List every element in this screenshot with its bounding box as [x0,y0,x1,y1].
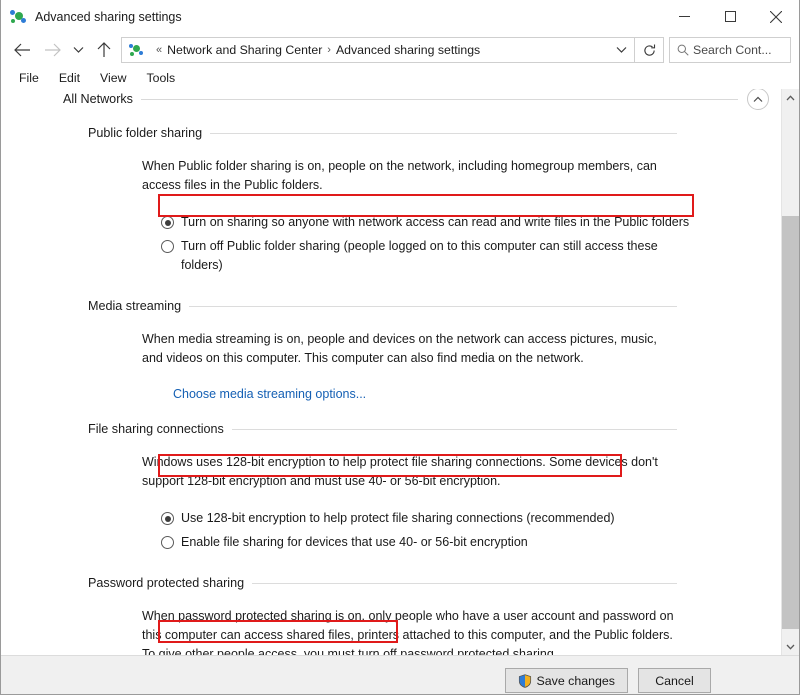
section-title: Public folder sharing [88,126,202,140]
section-title: File sharing connections [88,422,224,436]
menu-item-view[interactable]: View [90,71,136,85]
forward-button[interactable] [37,35,67,65]
network-icon [129,42,145,58]
radio-label: Enable file sharing for devices that use… [181,533,528,552]
uac-shield-icon [518,674,532,688]
menu-item-tools[interactable]: Tools [136,71,185,85]
breadcrumb-overflow[interactable]: « [151,44,167,56]
scroll-up-button[interactable] [782,89,799,106]
group-divider [141,99,738,100]
dialog-footer: Save changes Cancel wsxdn.com [1,655,799,695]
group-title: All Networks [63,92,133,106]
maximize-button[interactable] [707,0,753,33]
advanced-sharing-settings-window: Advanced sharing settings [0,0,800,695]
content-area: All Networks Public folder sharing When … [1,89,799,655]
section-divider [189,306,677,307]
recent-locations-button[interactable] [67,35,89,65]
address-bar: « Network and Sharing Center › Advanced … [1,33,799,67]
link-choose-media-streaming-options[interactable]: Choose media streaming options... [173,387,781,401]
section-description-file-sharing-connections: Windows uses 128-bit encryption to help … [142,453,681,491]
cancel-label: Cancel [655,674,694,688]
radio-label: Use 128-bit encryption to help protect f… [181,509,615,528]
section-header-password-protected-sharing: Password protected sharing [1,576,781,590]
chevron-up-icon[interactable] [747,89,769,110]
group-header-all-networks: All Networks [1,90,781,108]
radio-128bit-encryption[interactable]: Use 128-bit encryption to help protect f… [161,509,781,528]
radio-40-or-56bit-encryption[interactable]: Enable file sharing for devices that use… [161,533,781,552]
search-input[interactable]: Search Cont... [693,43,772,57]
radio-label: Turn off Public folder sharing (people l… [181,237,701,275]
network-icon [10,8,28,26]
save-changes-button[interactable]: Save changes [505,668,628,693]
search-icon [677,44,689,56]
search-box[interactable]: Search Cont... [669,37,791,63]
footer-buttons: Save changes Cancel [505,668,711,693]
radio-indicator[interactable] [161,216,174,229]
scroll-down-button[interactable] [782,638,799,655]
vertical-scrollbar[interactable] [781,89,799,655]
settings-scroll-region: All Networks Public folder sharing When … [1,89,781,655]
radio-indicator[interactable] [161,512,174,525]
minimize-button[interactable] [661,0,707,33]
chevron-down-icon[interactable] [608,39,634,61]
breadcrumb-item-advanced-sharing-settings[interactable]: Advanced sharing settings [336,43,480,57]
section-description-password-protected-sharing: When password protected sharing is on, o… [142,607,681,655]
window-controls [661,0,799,33]
radio-indicator[interactable] [161,240,174,253]
refresh-button[interactable] [635,37,664,63]
scrollbar-thumb[interactable] [782,216,799,629]
section-header-file-sharing-connections: File sharing connections [1,422,781,436]
radio-public-sharing-off[interactable]: Turn off Public folder sharing (people l… [161,237,781,275]
save-changes-label: Save changes [536,674,615,688]
section-header-public-folder-sharing: Public folder sharing [1,126,781,140]
section-divider [252,583,677,584]
window-title: Advanced sharing settings [35,10,182,24]
radio-public-sharing-on[interactable]: Turn on sharing so anyone with network a… [161,213,781,232]
up-button[interactable] [89,35,119,65]
radio-indicator[interactable] [161,536,174,549]
section-header-media-streaming: Media streaming [1,299,781,313]
menu-bar: File Edit View Tools [1,67,799,89]
section-title: Media streaming [88,299,181,313]
breadcrumb-separator[interactable]: › [322,44,336,56]
menu-item-edit[interactable]: Edit [49,71,90,85]
back-button[interactable] [7,35,37,65]
section-divider [232,429,677,430]
section-description-public-folder-sharing: When Public folder sharing is on, people… [142,157,681,195]
close-button[interactable] [753,0,799,33]
section-title: Password protected sharing [88,576,244,590]
title-bar: Advanced sharing settings [1,0,799,33]
section-divider [210,133,677,134]
menu-item-file[interactable]: File [9,71,49,85]
breadcrumb-item-network-and-sharing-center[interactable]: Network and Sharing Center [167,43,322,57]
cancel-button[interactable]: Cancel [638,668,711,693]
section-description-media-streaming: When media streaming is on, people and d… [142,330,681,368]
breadcrumb[interactable]: « Network and Sharing Center › Advanced … [121,37,635,63]
radio-label: Turn on sharing so anyone with network a… [181,213,689,232]
